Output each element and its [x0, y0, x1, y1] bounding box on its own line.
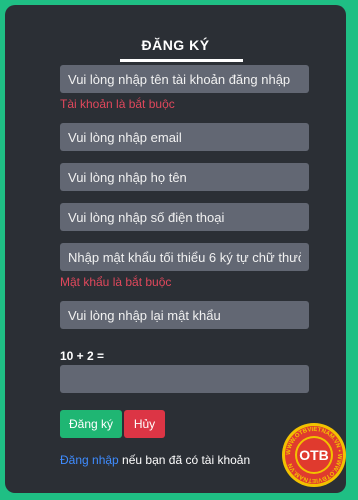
otb-watermark-logo: WWW.OTBVIETNAM.VN • WWW.OTBVIETNAM.VN OT…: [282, 423, 346, 487]
register-panel: ĐĂNG KÝ Tài khoản là bắt buộc Mật khẩu l…: [5, 5, 346, 493]
page-title: ĐĂNG KÝ: [141, 37, 210, 53]
svg-text:OTB: OTB: [299, 447, 329, 463]
username-input[interactable]: [60, 65, 309, 93]
password-input[interactable]: [60, 243, 309, 271]
confirm-password-input[interactable]: [60, 301, 309, 329]
captcha-question: 10 + 2 =: [60, 349, 105, 363]
fullname-input[interactable]: [60, 163, 309, 191]
cancel-button[interactable]: Hủy: [124, 410, 165, 438]
password-error: Mật khẩu là bắt buộc: [60, 275, 172, 289]
title-underline: [120, 59, 243, 62]
login-prompt-text: nếu bạn đã có tài khoản: [118, 453, 251, 467]
email-input[interactable]: [60, 123, 309, 151]
login-prompt: Đăng nhập nếu bạn đã có tài khoản: [60, 453, 250, 467]
captcha-input[interactable]: [60, 365, 309, 393]
username-error: Tài khoản là bắt buộc: [60, 97, 175, 111]
phone-input[interactable]: [60, 203, 309, 231]
login-link[interactable]: Đăng nhập: [60, 453, 119, 467]
register-button[interactable]: Đăng ký: [60, 410, 122, 438]
